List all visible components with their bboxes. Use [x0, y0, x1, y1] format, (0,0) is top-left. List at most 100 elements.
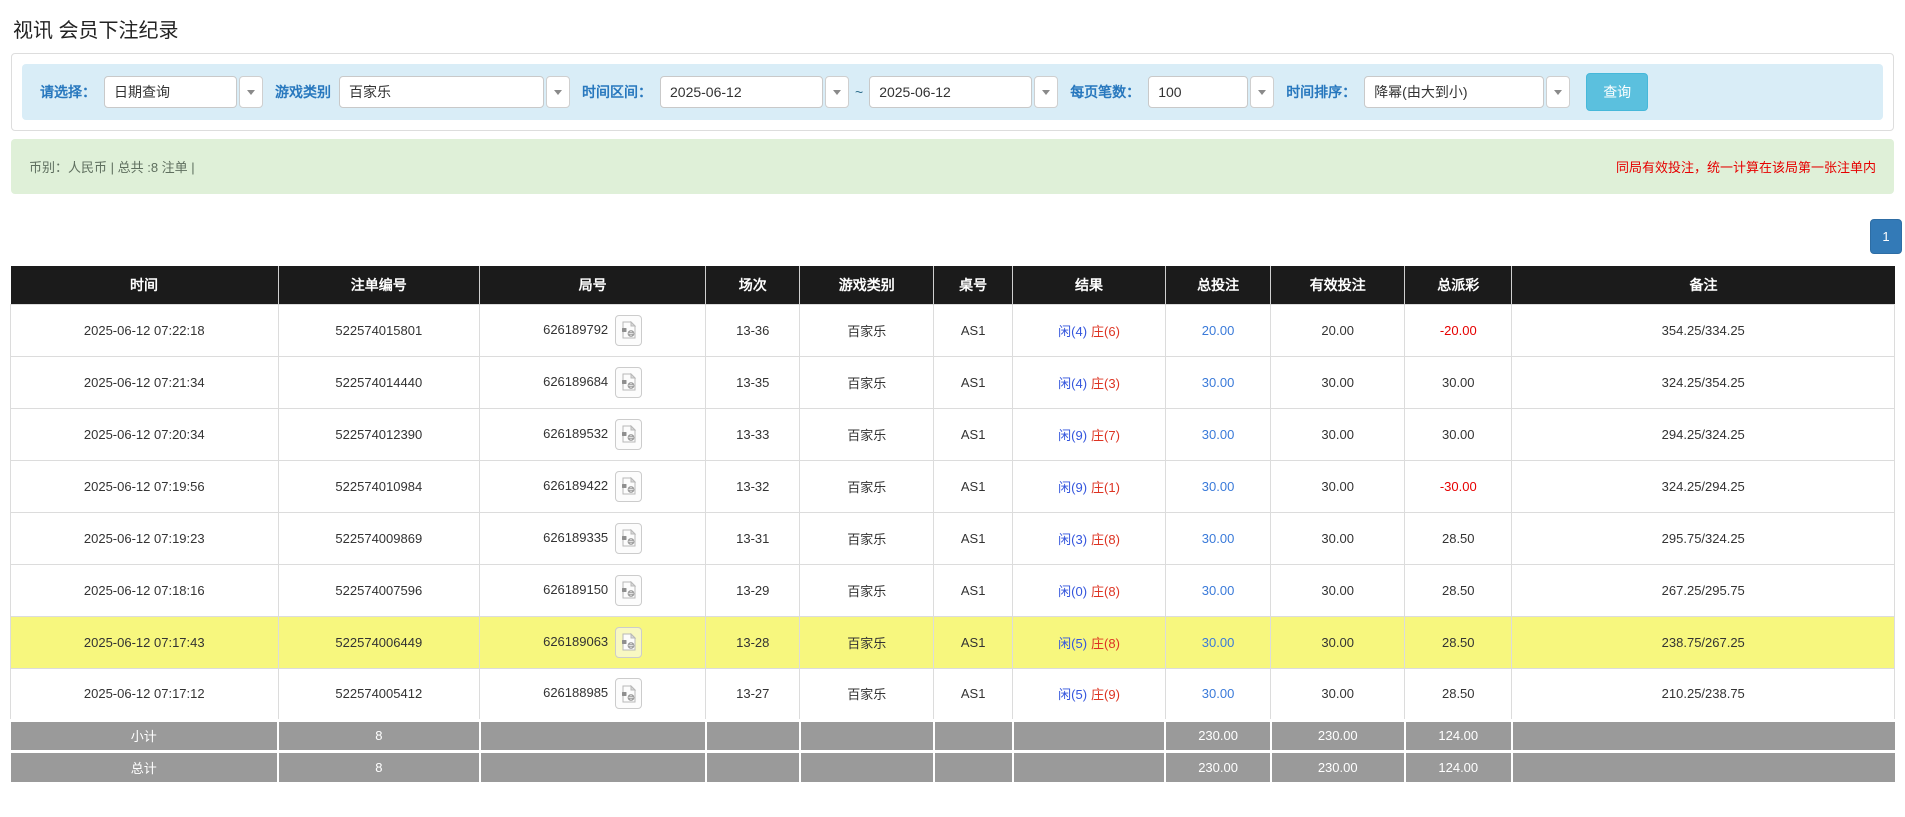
- footer-result: [1012, 718, 1167, 751]
- video-replay-button[interactable]: [615, 418, 643, 450]
- cell-round-id: 626189792: [479, 303, 707, 357]
- summary-bar: 币别：人民币 | 总共 :8 注单 | 同局有效投注，统一计算在该局第一张注单内: [11, 139, 1894, 194]
- total-bet-link[interactable]: 30.00: [1202, 479, 1235, 494]
- result-banker: 庄(8): [1091, 635, 1120, 651]
- grand-total-row: 总计 8 230.00 230.00 124.00: [10, 749, 1895, 782]
- video-replay-button[interactable]: [615, 626, 643, 658]
- result-player: 闲(5): [1058, 687, 1088, 702]
- cell-total-bet: 30.00: [1164, 615, 1272, 669]
- video-replay-button[interactable]: [615, 366, 643, 398]
- total-bet-link[interactable]: 30.00: [1202, 686, 1235, 701]
- cell-payout: 30.00: [1404, 407, 1513, 461]
- select-type-input[interactable]: [104, 76, 237, 108]
- cell-result: 闲(3) 庄(8): [1012, 511, 1166, 565]
- total-bet-link[interactable]: 30.00: [1202, 427, 1235, 442]
- cell-payout: 28.50: [1404, 667, 1513, 721]
- date-from-input[interactable]: [660, 76, 823, 108]
- footer-total-bet: 230.00: [1165, 718, 1272, 751]
- game-type-input[interactable]: [339, 76, 544, 108]
- video-replay-button[interactable]: [615, 470, 643, 502]
- footer-table-no: [933, 749, 1014, 782]
- result-player: 闲(9): [1058, 427, 1088, 443]
- date-from-combobox: [660, 76, 849, 108]
- date-range-label: 时间区间：: [582, 84, 652, 100]
- page-size-input[interactable]: [1148, 76, 1249, 108]
- cell-table-no: AS1: [933, 667, 1014, 721]
- cell-total-bet: 30.00: [1164, 511, 1272, 565]
- cell-round-id: 626189335: [479, 511, 707, 565]
- date-to-input[interactable]: [869, 76, 1033, 108]
- cell-total-bet: 30.00: [1164, 563, 1272, 617]
- cell-valid-bet: 30.00: [1270, 667, 1406, 721]
- cell-game-type: 百家乐: [799, 459, 935, 513]
- cell-valid-bet: 30.00: [1270, 407, 1406, 461]
- footer-table-no: [933, 718, 1014, 751]
- result-banker: 庄(3): [1091, 375, 1120, 391]
- search-button[interactable]: 查询: [1586, 73, 1649, 111]
- video-replay-button[interactable]: [615, 314, 643, 346]
- summary-note-text: 同局有效投注，统一计算在该局第一张注单内: [1615, 160, 1876, 175]
- select-type-combobox: [104, 76, 263, 108]
- table-row: 2025-06-12 07:17:12 522574005412 626188985…: [10, 667, 1895, 721]
- cell-time: 2025-06-12 07:17:12: [10, 667, 279, 721]
- footer-payout: 124.00: [1404, 718, 1513, 751]
- table-row: 2025-06-12 07:19:56 522574010984 626189422…: [10, 459, 1895, 513]
- cell-bet-id: 522574015801: [277, 303, 481, 357]
- footer-count: 8: [278, 749, 481, 782]
- cell-payout: 28.50: [1404, 563, 1513, 617]
- cell-time: 2025-06-12 07:22:18: [10, 303, 279, 357]
- cell-remark: 324.25/294.25: [1511, 459, 1895, 513]
- cell-round-id: 626189150: [479, 563, 707, 617]
- cell-bet-id: 522574014440: [277, 355, 481, 409]
- total-bet-link[interactable]: 20.00: [1202, 323, 1235, 338]
- game-type-dropdown-button[interactable]: [546, 76, 570, 108]
- round-number: 626189532: [543, 425, 609, 441]
- footer-total-bet: 230.00: [1165, 749, 1272, 782]
- date-range-separator: ~: [855, 84, 864, 100]
- table-row: 2025-06-12 07:17:43 522574006449 626189063…: [10, 615, 1895, 669]
- chevron-down-icon: [1258, 89, 1267, 95]
- cell-remark: 210.25/238.75: [1511, 667, 1895, 721]
- round-number: 626188985: [543, 684, 609, 700]
- table-row: 2025-06-12 07:21:34 522574014440 626189684…: [10, 355, 1895, 409]
- select-type-dropdown-button[interactable]: [239, 76, 263, 108]
- cell-time: 2025-06-12 07:19:56: [10, 459, 279, 513]
- cell-payout: 28.50: [1404, 615, 1513, 669]
- video-replay-button[interactable]: [615, 574, 643, 606]
- cell-session: 13-28: [705, 615, 801, 669]
- total-bet-link[interactable]: 30.00: [1202, 531, 1235, 546]
- footer-round-id: [479, 749, 707, 782]
- col-header-table-no: 桌号: [933, 266, 1014, 304]
- footer-session: [705, 718, 801, 751]
- video-replay-button[interactable]: [615, 522, 643, 554]
- date-to-dropdown-button[interactable]: [1034, 76, 1059, 108]
- cell-round-id: 626188985: [479, 667, 707, 721]
- total-bet-link[interactable]: 30.00: [1202, 375, 1235, 390]
- page-number-button[interactable]: 1: [1870, 219, 1902, 254]
- cell-table-no: AS1: [933, 303, 1014, 357]
- sort-order-dropdown-button[interactable]: [1546, 76, 1571, 108]
- cell-session: 13-31: [705, 511, 801, 565]
- sort-order-label: 时间排序：: [1286, 84, 1357, 100]
- footer-payout: 124.00: [1404, 749, 1513, 782]
- result-banker: 庄(7): [1091, 427, 1120, 443]
- sort-order-input[interactable]: [1364, 76, 1545, 108]
- date-from-dropdown-button[interactable]: [825, 76, 849, 108]
- result-player: 闲(0): [1058, 583, 1088, 599]
- page-size-dropdown-button[interactable]: [1250, 76, 1275, 108]
- sort-order-combobox: [1364, 76, 1571, 108]
- result-player: 闲(4): [1058, 323, 1088, 339]
- col-header-round-id: 局号: [479, 266, 707, 304]
- col-header-remark: 备注: [1511, 266, 1895, 304]
- cell-result: 闲(5) 庄(9): [1012, 667, 1166, 721]
- cell-game-type: 百家乐: [799, 355, 935, 409]
- video-replay-button[interactable]: [615, 678, 643, 709]
- total-bet-link[interactable]: 30.00: [1202, 583, 1235, 598]
- cell-table-no: AS1: [933, 355, 1014, 409]
- cell-payout: -20.00: [1404, 303, 1513, 357]
- total-bet-link[interactable]: 30.00: [1202, 635, 1235, 650]
- video-file-icon: [621, 425, 636, 443]
- game-type-combobox: [339, 76, 570, 108]
- cell-total-bet: 30.00: [1164, 667, 1272, 721]
- cell-valid-bet: 20.00: [1270, 303, 1406, 357]
